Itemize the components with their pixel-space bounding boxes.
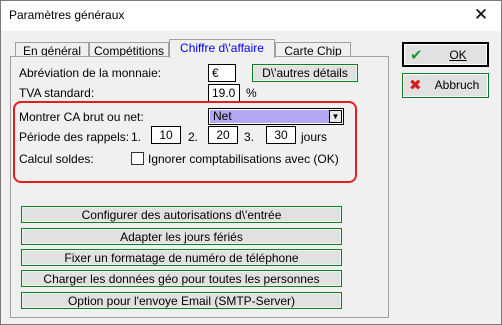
ok-label: OK bbox=[449, 48, 467, 62]
more-details-button[interactable]: D\'autres détails bbox=[252, 64, 358, 82]
cancel-button[interactable]: ✖ Abbruch bbox=[402, 73, 489, 98]
vat-label: TVA standard: bbox=[19, 86, 95, 100]
vat-field[interactable]: 19.0 bbox=[208, 84, 240, 102]
title-bar: Paramètres généraux ✕ bbox=[1, 1, 501, 31]
smtp-email-option-button[interactable]: Option pour l'envoye Email (SMTP-Server) bbox=[21, 292, 342, 309]
cross-icon: ✖ bbox=[409, 77, 422, 94]
currency-label: Abréviation de la monnaie: bbox=[19, 66, 162, 80]
close-icon[interactable]: ✕ bbox=[471, 5, 491, 25]
phone-format-button[interactable]: Fixer un formatage de numéro de téléphon… bbox=[21, 249, 342, 266]
settings-dialog: Paramètres généraux ✕ En général Compéti… bbox=[0, 0, 502, 325]
cancel-label: Abbruch bbox=[434, 78, 480, 92]
currency-field[interactable]: € bbox=[208, 64, 236, 82]
tab-revenue[interactable]: Chiffre d\'affaire bbox=[169, 39, 275, 58]
ok-button[interactable]: ✔ OK bbox=[402, 42, 489, 67]
adapt-holidays-button[interactable]: Adapter les jours fériés bbox=[21, 228, 342, 245]
vat-unit: % bbox=[246, 86, 257, 100]
configure-entry-permissions-button[interactable]: Configurer des autorisations d\'entrée bbox=[21, 206, 342, 223]
window-title: Paramètres généraux bbox=[9, 8, 125, 22]
load-geo-data-button[interactable]: Charger les données géo pour toutes les … bbox=[21, 270, 342, 287]
highlight-frame bbox=[13, 101, 357, 183]
check-icon: ✔ bbox=[410, 47, 423, 64]
